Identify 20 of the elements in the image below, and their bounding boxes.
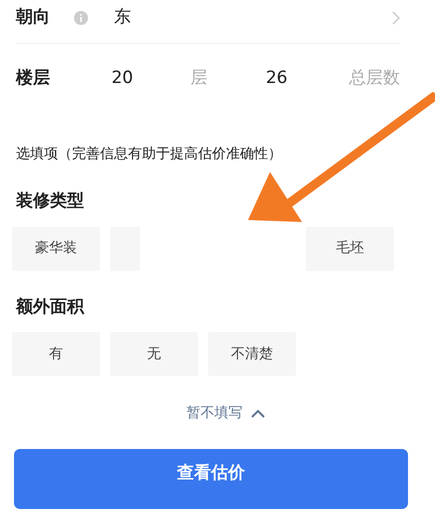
field-label: 朝向 (16, 6, 51, 29)
floor-input[interactable]: 20 (111, 66, 191, 92)
field-label: 楼层 (16, 67, 51, 90)
section-title: 额外面积 (16, 296, 86, 318)
field-value: 东 (114, 6, 132, 29)
chevron-right-icon[interactable] (392, 10, 400, 24)
submit-button[interactable]: 查看估价 (14, 449, 408, 509)
option-button[interactable]: 毛坯 (306, 226, 394, 270)
info-icon[interactable] (74, 10, 88, 24)
option-button[interactable]: 有 (12, 332, 100, 376)
unit-label: 总层数 (349, 67, 400, 90)
option-button[interactable]: 不清楚 (208, 332, 296, 376)
option-button[interactable]: 无 (110, 332, 198, 376)
collapse-toggle[interactable]: 暂不填写 (180, 402, 270, 425)
total-floor-input[interactable]: 26 (266, 66, 349, 92)
unit-label: 层 (190, 67, 209, 90)
chevron-up-icon[interactable] (250, 409, 264, 418)
option-button[interactable]: 豪华装 (12, 226, 100, 270)
optional-hint: 选填项（完善信息有助于提高估价准确性） (16, 145, 283, 164)
section-title: 装修类型 (16, 190, 85, 213)
